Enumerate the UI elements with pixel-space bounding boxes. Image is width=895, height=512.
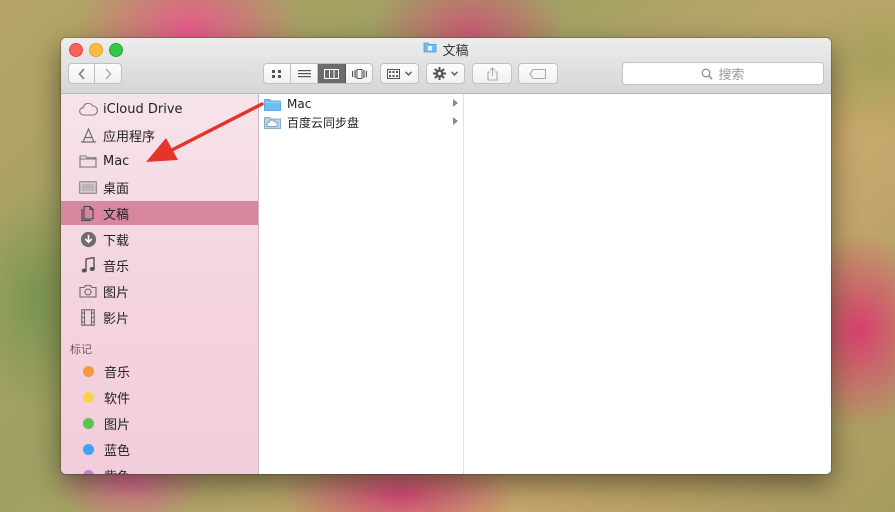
list-view-button[interactable] bbox=[291, 64, 318, 83]
disclosure-arrow-icon bbox=[453, 99, 458, 107]
sidebar-item-pictures[interactable]: 图片 bbox=[61, 279, 258, 303]
sidebar-item-label: 文稿 bbox=[103, 207, 130, 223]
applications-icon bbox=[78, 126, 98, 144]
tags-heading: 标记 bbox=[70, 343, 92, 356]
desktop-icon bbox=[78, 178, 98, 196]
yellow-tag-icon bbox=[83, 391, 94, 403]
cover-flow-button[interactable] bbox=[346, 64, 372, 83]
arrange-icon bbox=[387, 68, 400, 79]
blue-tag-icon bbox=[83, 443, 94, 455]
cloud-folder-icon bbox=[264, 116, 281, 129]
sidebar: iCloud Drive 应用程序 Mac 桌面 文稿 下载 音乐 图片 影片 … bbox=[61, 94, 259, 474]
share-icon bbox=[486, 66, 498, 81]
gear-icon bbox=[433, 67, 446, 80]
download-icon bbox=[78, 230, 98, 248]
sidebar-tag[interactable]: 图片 bbox=[61, 411, 258, 435]
folder-icon bbox=[423, 41, 437, 57]
chevron-left-icon bbox=[77, 67, 85, 80]
sidebar-tag[interactable]: 蓝色 bbox=[61, 437, 258, 461]
arrange-button[interactable] bbox=[380, 63, 419, 84]
orange-tag-icon bbox=[83, 365, 94, 377]
sidebar-tag[interactable]: 软件 bbox=[61, 385, 258, 409]
music-icon bbox=[78, 256, 98, 274]
share-button[interactable] bbox=[472, 63, 512, 84]
list-item-baidu-sync[interactable]: 百度云同步盘 bbox=[259, 113, 463, 131]
grid-view-icon bbox=[272, 69, 281, 78]
green-tag-icon bbox=[83, 417, 94, 429]
view-mode-control bbox=[263, 63, 373, 84]
column-view-button[interactable] bbox=[318, 64, 346, 83]
sidebar-item-label: 图片 bbox=[104, 417, 131, 433]
sidebar-item-label: 图片 bbox=[103, 285, 130, 301]
sidebar-item-downloads[interactable]: 下载 bbox=[61, 227, 258, 251]
sidebar-item-label: 软件 bbox=[104, 391, 131, 407]
window-title: 文稿 bbox=[61, 40, 831, 59]
chevron-right-icon bbox=[105, 67, 112, 80]
window-title-text: 文稿 bbox=[442, 43, 469, 59]
tag-icon bbox=[529, 68, 547, 79]
title-bar: 文稿 搜索 bbox=[61, 38, 831, 94]
action-button[interactable] bbox=[426, 63, 465, 84]
sidebar-item-label: 蓝色 bbox=[104, 443, 131, 459]
search-field[interactable]: 搜索 bbox=[622, 62, 824, 85]
chevron-down-icon bbox=[405, 71, 412, 76]
list-view-icon bbox=[297, 69, 311, 77]
sidebar-item-label: 下载 bbox=[103, 233, 130, 249]
icon-view-button[interactable] bbox=[264, 64, 291, 83]
sidebar-item-label: 音乐 bbox=[103, 259, 130, 275]
sidebar-item-desktop[interactable]: 桌面 bbox=[61, 175, 258, 199]
chevron-down-icon bbox=[451, 71, 458, 76]
sidebar-item-mac[interactable]: Mac bbox=[61, 149, 258, 173]
search-placeholder: 搜索 bbox=[718, 68, 745, 83]
sidebar-item-documents[interactable]: 文稿 bbox=[61, 201, 258, 225]
sidebar-item-label: 影片 bbox=[103, 311, 130, 327]
sidebar-item-label: 紫色 bbox=[104, 466, 130, 475]
film-icon bbox=[78, 308, 98, 326]
sidebar-item-label: 应用程序 bbox=[103, 129, 156, 145]
sidebar-item-label: iCloud Drive bbox=[103, 101, 183, 117]
sidebar-item-applications[interactable]: 应用程序 bbox=[61, 123, 258, 147]
disclosure-arrow-icon bbox=[453, 117, 458, 125]
list-item-label: 百度云同步盘 bbox=[287, 115, 360, 130]
cover-flow-icon bbox=[351, 68, 367, 79]
cloud-icon bbox=[78, 100, 98, 118]
list-item-mac[interactable]: Mac bbox=[259, 95, 463, 113]
column-view-icon bbox=[324, 68, 339, 79]
back-button[interactable] bbox=[69, 64, 96, 83]
sidebar-item-movies[interactable]: 影片 bbox=[61, 305, 258, 329]
document-icon bbox=[78, 204, 98, 222]
browser-column-empty bbox=[464, 94, 831, 474]
browser-column: Mac 百度云同步盘 bbox=[259, 94, 464, 474]
finder-window: 文稿 搜索 iCloud Drive 应用程序 Mac 桌面 文稿 下载 音乐 … bbox=[61, 38, 831, 474]
nav-buttons bbox=[68, 63, 122, 84]
sidebar-item-label: 桌面 bbox=[103, 181, 130, 197]
forward-button[interactable] bbox=[95, 64, 121, 83]
sidebar-item-label: 音乐 bbox=[104, 365, 131, 381]
purple-tag-icon bbox=[83, 469, 94, 474]
folder-icon bbox=[264, 98, 281, 111]
list-item-label: Mac bbox=[287, 97, 312, 111]
sidebar-tag[interactable]: 音乐 bbox=[61, 359, 258, 383]
tag-button[interactable] bbox=[518, 63, 558, 84]
sidebar-tag[interactable]: 紫色 bbox=[61, 463, 258, 474]
camera-icon bbox=[78, 282, 98, 300]
sidebar-item-music[interactable]: 音乐 bbox=[61, 253, 258, 277]
sidebar-item-icloud-drive[interactable]: iCloud Drive bbox=[61, 97, 258, 121]
search-icon bbox=[702, 68, 714, 80]
folder-icon bbox=[78, 152, 98, 170]
sidebar-item-label: Mac bbox=[103, 153, 130, 169]
